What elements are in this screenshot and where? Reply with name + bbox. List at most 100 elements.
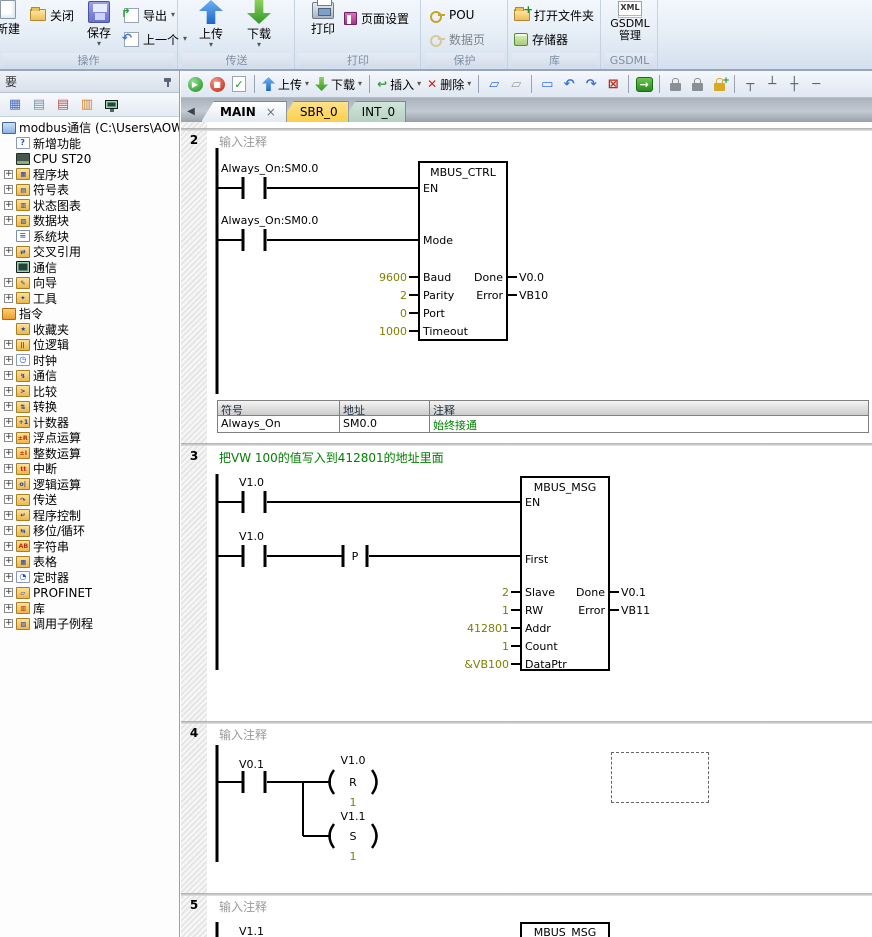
expander-icon[interactable]: + (4, 387, 13, 396)
memory-button[interactable]: 存储器 (514, 29, 568, 49)
tree-item[interactable]: + CPU ST20 (0, 151, 179, 167)
tree-item[interactable]: + tt 中断 (0, 461, 179, 477)
upload-dropdown-icon[interactable]: ▾ (209, 42, 213, 48)
tree-item[interactable]: + > 比较 (0, 384, 179, 400)
compile-icon[interactable]: ✓ (229, 74, 249, 94)
tab-close-icon[interactable]: × (266, 105, 276, 119)
pin-value[interactable]: 1 (502, 640, 509, 653)
stop-icon[interactable]: ■ (207, 74, 227, 94)
save-button[interactable]: 保存 ▾ (80, 1, 118, 47)
tree-item[interactable]: + ▱ PROFINET (0, 585, 179, 601)
expander-icon[interactable]: + (4, 495, 13, 504)
tree-item[interactable]: + ▦ 程序块 (0, 167, 179, 183)
tree-item[interactable]: + ⇄ 交叉引用 (0, 244, 179, 260)
delete-button[interactable]: ✕ 删除 ▾ (425, 76, 473, 93)
insert-button[interactable]: ↩ 插入 ▾ (375, 76, 423, 93)
branch-down-icon[interactable]: ┬ (740, 74, 760, 94)
run-icon[interactable]: ▶ (185, 74, 205, 94)
tab-sbr0[interactable]: SBR_0 (281, 101, 349, 122)
symbol-table-row[interactable]: Always_On SM0.0 始终接通 (218, 416, 868, 432)
tree-item[interactable]: + ↵ 程序控制 (0, 508, 179, 524)
contact-always-on-1[interactable] (218, 177, 419, 199)
tree-item[interactable]: + 指令 (0, 306, 179, 322)
line-horizontal-icon[interactable]: ─ (806, 74, 826, 94)
tree-item[interactable]: + ±R 浮点运算 (0, 430, 179, 446)
cross-reference-view-icon[interactable]: ▥ (78, 97, 96, 113)
tree-item[interactable]: + ◷ 时钟 (0, 353, 179, 369)
gsdml-manage-button[interactable]: XML GSDML 管理 (610, 1, 650, 42)
coil-operand[interactable]: 1 (350, 796, 357, 809)
pin-value[interactable]: 2 (400, 289, 407, 302)
tree-item[interactable]: + ▨ 调用子例程 (0, 616, 179, 632)
expander-icon[interactable]: + (4, 371, 13, 380)
tree-item[interactable]: + ▤ 符号表 (0, 182, 179, 198)
pin-value[interactable]: 1000 (379, 325, 407, 338)
export-button[interactable]: 导出 ▾ (124, 5, 175, 25)
save-dropdown-icon[interactable]: ▾ (97, 41, 101, 47)
pin-value[interactable]: VB11 (621, 604, 650, 617)
add-password-icon[interactable]: + (709, 74, 729, 94)
tree-item[interactable]: + ▨ 数据块 (0, 213, 179, 229)
pin-value[interactable]: 9600 (379, 271, 407, 284)
expander-icon[interactable]: + (4, 588, 13, 597)
contact-v10-1[interactable] (218, 491, 521, 513)
pin-value[interactable]: &VB100 (464, 658, 509, 671)
expander-icon[interactable]: + (4, 340, 13, 349)
pin-value[interactable]: V0.1 (621, 586, 646, 599)
contact-v01[interactable] (218, 771, 331, 793)
coil-address[interactable]: V1.1 (340, 810, 365, 823)
expander-icon[interactable]: + (4, 433, 13, 442)
close-button[interactable]: 关闭 (30, 5, 74, 25)
tree-item[interactable]: + ≡ 系统块 (0, 229, 179, 245)
tab-main[interactable]: MAIN × (201, 101, 287, 122)
expander-icon[interactable]: + (4, 278, 13, 287)
select-blocks-icon[interactable]: ▱ (484, 74, 504, 94)
expander-icon[interactable]: + (4, 247, 13, 256)
go-to-icon[interactable]: → (634, 74, 654, 94)
export-dropdown-icon[interactable]: ▾ (171, 12, 175, 18)
tree-item[interactable]: + +1 计数器 (0, 415, 179, 431)
tree-item[interactable]: + o| 逻辑运算 (0, 477, 179, 493)
status-chart-view-icon[interactable]: ▤ (30, 97, 48, 113)
upload-toolbar-button[interactable]: 上传 ▾ (260, 76, 311, 93)
pin-value[interactable]: V0.0 (519, 271, 544, 284)
contact-label[interactable]: Always_On:SM0.0 (221, 214, 318, 227)
expander-icon[interactable]: + (4, 573, 13, 582)
expander-icon[interactable]: + (4, 542, 13, 551)
line-down-icon[interactable]: ┴ (762, 74, 782, 94)
tree-item[interactable]: + ±I 整数运算 (0, 446, 179, 462)
expander-icon[interactable]: + (4, 557, 13, 566)
tree-item[interactable]: + ★ 收藏夹 (0, 322, 179, 338)
pin-value[interactable]: 1 (502, 604, 509, 617)
expander-icon[interactable]: + (4, 464, 13, 473)
expander-icon[interactable]: + (4, 185, 13, 194)
pin-icon[interactable] (162, 76, 174, 88)
pin-value[interactable]: 0 (400, 307, 407, 320)
print-button[interactable]: 打印 (304, 2, 342, 37)
page-setup-button[interactable]: 页面设置 (344, 8, 409, 28)
coil-operand[interactable]: 1 (350, 850, 357, 863)
tree-item[interactable]: + ▥ 库 (0, 601, 179, 617)
download-dropdown-icon[interactable]: ▾ (257, 42, 261, 48)
selection-marquee[interactable] (611, 752, 709, 803)
expander-icon[interactable]: + (4, 294, 13, 303)
contact-always-on-2[interactable] (218, 229, 419, 251)
pin-value[interactable]: 412801 (467, 622, 509, 635)
download-toolbar-button[interactable]: 下载 ▾ (313, 76, 364, 93)
tree-item[interactable]: + modbus通信 (C:\Users\AOWID\ (0, 120, 179, 136)
pou-button[interactable]: POU (430, 5, 474, 25)
expander-icon[interactable]: + (4, 604, 13, 613)
line-up-icon[interactable]: ┼ (784, 74, 804, 94)
ladder-editor[interactable]: 2 输入注释 3 把VW 100的值写入到412801的地址里面 4 输入注释 … (181, 122, 872, 937)
expander-icon[interactable]: + (4, 526, 13, 535)
expander-icon[interactable]: + (4, 356, 13, 365)
clear-icon[interactable]: ⊠ (603, 74, 623, 94)
expander-icon[interactable]: + (4, 511, 13, 520)
data-block-view-icon[interactable]: ▤ (54, 97, 72, 113)
tree-item[interactable]: + ⇅ 转换 (0, 399, 179, 415)
tree-item[interactable]: + 通信 (0, 260, 179, 276)
tree-item[interactable]: + ? 新增功能 (0, 136, 179, 152)
new-button[interactable]: 新建 (0, 0, 30, 37)
expander-icon[interactable]: + (4, 170, 13, 179)
expander-icon[interactable]: + (4, 402, 13, 411)
